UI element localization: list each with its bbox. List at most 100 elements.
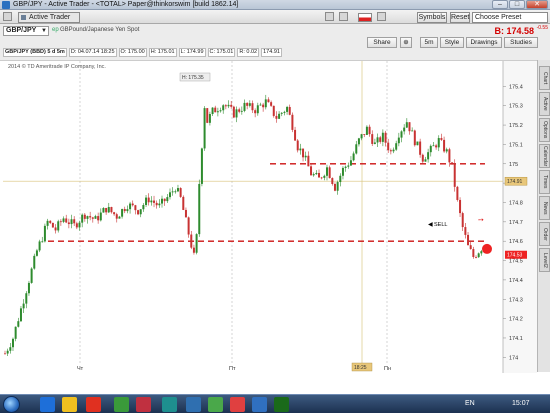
current-price-dot[interactable] [482, 243, 492, 254]
interval-selector[interactable]: 5m [420, 37, 438, 48]
bid-change: -0.55 [536, 25, 548, 31]
side-tab-level2[interactable]: Level2 [539, 248, 550, 272]
candle-body [62, 218, 65, 222]
link-icon[interactable] [377, 12, 386, 21]
candle-body [376, 137, 379, 143]
candle-body [411, 130, 414, 132]
candle-body [435, 145, 438, 148]
y-tick-label: 175 [509, 162, 518, 168]
window-layout-icon[interactable] [325, 12, 334, 21]
y-tick-label: 175.3 [509, 104, 523, 110]
candle-body [310, 166, 313, 176]
candle-body [320, 177, 323, 179]
taskbar-app-icon[interactable] [136, 397, 151, 412]
grid-layout-icon[interactable] [3, 12, 12, 21]
candle-body [344, 166, 347, 168]
taskbar-app-icon[interactable] [208, 397, 223, 412]
clock[interactable]: 15:07 [512, 400, 530, 407]
x-tick-label: Чт [77, 366, 84, 372]
flag-icon[interactable] [358, 13, 372, 22]
ohlc-close: C: 175.01 [207, 48, 236, 57]
candle-body [30, 268, 33, 283]
taskbar-app-icon[interactable] [86, 397, 101, 412]
candle-body [365, 126, 368, 135]
candle-body [113, 212, 116, 215]
taskbar-app-icon[interactable] [162, 397, 177, 412]
candle-body [238, 109, 241, 112]
studies-button[interactable]: Studies [504, 37, 538, 48]
candle-body [51, 222, 54, 228]
maximize-button[interactable]: □ [509, 0, 525, 9]
tab-active-trader[interactable]: Active Trader [18, 12, 80, 23]
choose-preset-dropdown[interactable]: Choose Preset [472, 12, 548, 23]
reset-button[interactable]: Reset [450, 12, 470, 23]
drawings-button[interactable]: Drawings [466, 37, 502, 48]
candle-body [78, 222, 81, 228]
candle-body [408, 122, 411, 132]
candle-body [198, 183, 201, 235]
candle-body [75, 223, 78, 228]
candle-body [137, 210, 140, 215]
candle-body [288, 106, 291, 115]
side-tab-chart[interactable]: Chart [539, 66, 550, 90]
share-button[interactable]: Share [367, 37, 397, 48]
style-button[interactable]: Style [440, 37, 464, 48]
candle-body [243, 102, 246, 111]
side-tab-times[interactable]: Times [539, 170, 550, 194]
side-tab-active[interactable]: Active [539, 92, 550, 116]
symbols-button[interactable]: Symbols [417, 12, 447, 23]
candle-body [413, 130, 416, 146]
candle-body [371, 134, 374, 144]
minimize-button[interactable]: – [492, 0, 508, 9]
side-tab-calendar[interactable]: Calendar [539, 144, 550, 168]
taskbar-app-icon[interactable] [40, 397, 55, 412]
taskbar-app-icon[interactable] [252, 397, 267, 412]
active-trader-window: GBP/JPY - Active Trader - <TOTAL> Paper@… [0, 0, 550, 413]
language-indicator[interactable]: EN [465, 400, 475, 407]
side-tab-options[interactable]: Options [539, 118, 550, 142]
candle-body [235, 109, 238, 118]
symbol-selector[interactable]: GBP/JPY ▼ [3, 26, 49, 36]
side-tab-news[interactable]: News [539, 196, 550, 220]
candle-body [121, 209, 124, 217]
candle-body [461, 213, 464, 228]
y-tick-label: 174.1 [509, 336, 523, 342]
candle-body [248, 103, 251, 106]
candle-body [211, 107, 214, 115]
side-tab-order[interactable]: Order [539, 222, 550, 246]
candle-body [145, 197, 148, 206]
candle-body [357, 138, 360, 145]
y-tick-label: 175.1 [509, 142, 523, 148]
last-price-label: 174.91 [507, 179, 523, 185]
zoom-icon[interactable]: ⊕ [400, 37, 412, 48]
candle-body [163, 198, 166, 202]
candle-body [456, 186, 459, 200]
start-button[interactable] [3, 396, 20, 413]
taskbar-app-icon[interactable] [114, 397, 129, 412]
candle-body [195, 234, 198, 253]
candle-body [318, 172, 321, 178]
detach-icon[interactable] [339, 12, 348, 21]
candle-body [421, 154, 424, 162]
symbol-text: GBP/JPY [6, 27, 37, 34]
candle-body [336, 182, 339, 191]
close-button[interactable]: ✕ [526, 0, 548, 9]
candle-body [131, 203, 134, 206]
candle-body [6, 350, 9, 354]
candle-body [256, 105, 259, 114]
style-label: Style [444, 39, 460, 46]
y-tick-label: 174.4 [509, 278, 523, 284]
candle-body [33, 255, 36, 269]
chart-svg[interactable]: 175.4175.3175.2175.1175174.9174.8174.717… [0, 61, 537, 373]
candle-body [363, 134, 366, 135]
candle-body [299, 148, 302, 151]
taskbar-app-icon[interactable] [62, 397, 77, 412]
taskbar-app-icon[interactable] [230, 397, 245, 412]
candle-body [467, 234, 470, 246]
ohlc-open: O: 175.00 [118, 48, 147, 57]
taskbar-app-icon[interactable] [274, 397, 289, 412]
ohlc-symbol: GBP/JPY (BBD) 5 d 5m [3, 48, 67, 57]
candle-body [182, 196, 185, 210]
price-chart[interactable]: 175.4175.3175.2175.1175174.9174.8174.717… [0, 60, 537, 373]
taskbar-app-icon[interactable] [186, 397, 201, 412]
